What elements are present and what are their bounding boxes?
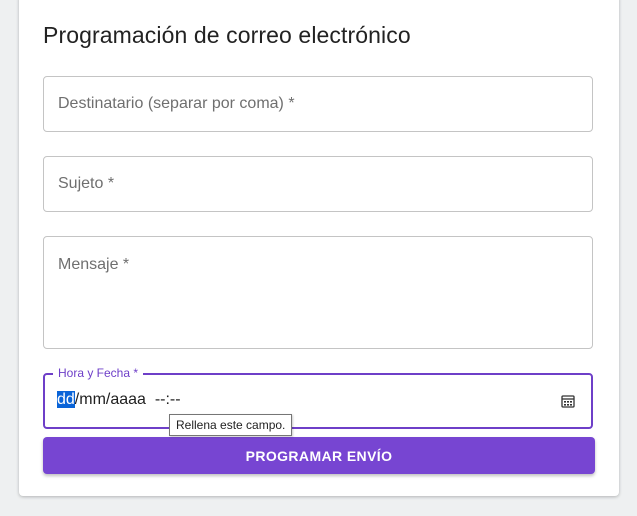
form-title: Programación de correo electrónico <box>43 22 411 48</box>
datetime-field[interactable]: Hora y Fecha * dd/mm/aaaa --:-- <box>43 366 593 429</box>
datetime-label: Hora y Fecha * <box>53 366 144 380</box>
validation-tooltip: Rellena este campo. <box>169 414 293 436</box>
datetime-rest-segment[interactable]: /mm/aaaa --:-- <box>75 391 181 408</box>
calendar-icon[interactable] <box>560 393 576 409</box>
recipient-field[interactable]: Destinatario (separar por coma) * <box>43 76 593 132</box>
datetime-day-segment[interactable]: dd <box>57 391 75 408</box>
message-field[interactable]: Mensaje * <box>43 236 593 349</box>
subject-label: Sujeto * <box>58 175 115 192</box>
schedule-send-button[interactable]: PROGRAMAR ENVÍO <box>43 437 595 474</box>
datetime-value[interactable]: dd/mm/aaaa --:-- <box>57 391 181 409</box>
subject-field[interactable]: Sujeto * <box>43 156 593 212</box>
message-label: Mensaje * <box>58 256 130 273</box>
recipient-label: Destinatario (separar por coma) * <box>58 95 295 112</box>
